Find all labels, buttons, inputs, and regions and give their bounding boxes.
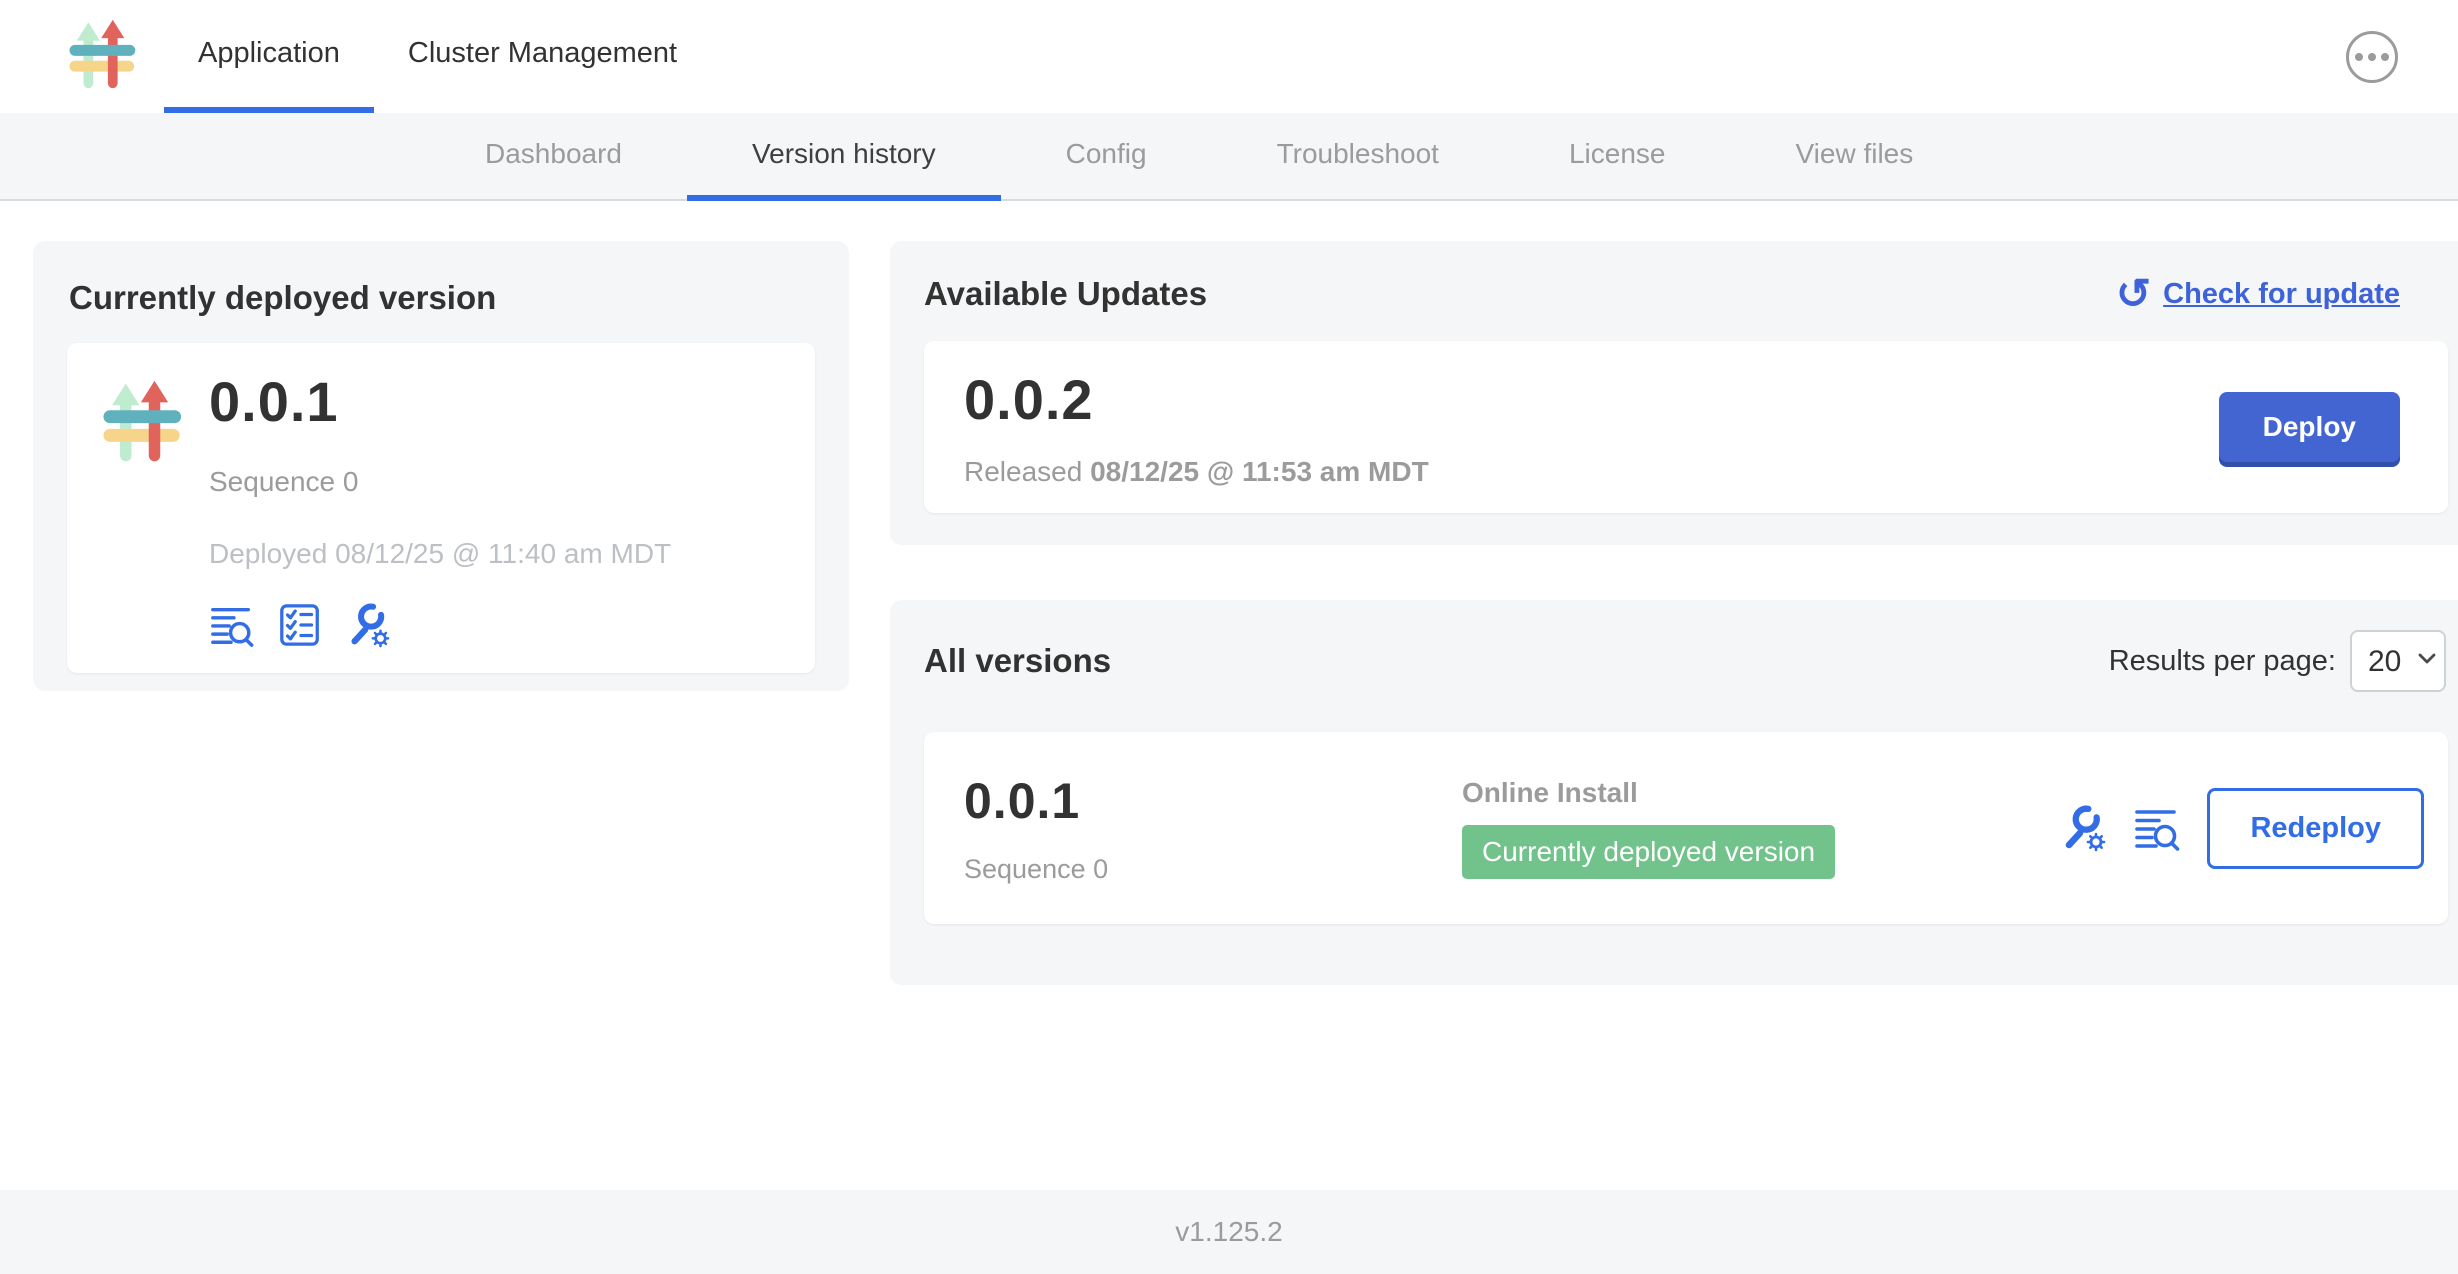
available-updates-title: Available Updates (924, 275, 1207, 313)
top-nav: Application Cluster Management (0, 0, 2458, 113)
tab-version-history[interactable]: Version history (687, 113, 1001, 201)
tab-license-label: License (1569, 138, 1666, 170)
tab-cluster-management-label: Cluster Management (408, 37, 677, 70)
update-version-number: 0.0.2 (964, 367, 1429, 432)
tab-config-label: Config (1066, 138, 1147, 170)
version-row: 0.0.1 Sequence 0 Online Install Currentl… (924, 732, 2448, 924)
refresh-icon: ↺ (2116, 273, 2151, 315)
row-actions: Redeploy (2059, 788, 2424, 869)
update-row: 0.0.2 Released 08/12/25 @ 11:53 am MDT D… (924, 341, 2448, 513)
preflight-checks-icon[interactable] (277, 602, 323, 648)
results-per-page-select-wrap: 20 (2350, 630, 2446, 692)
currently-deployed-title: Currently deployed version (69, 279, 815, 317)
tab-dashboard-label: Dashboard (485, 138, 622, 170)
all-versions-card: All versions Results per page: 20 0.0.1 … (890, 600, 2458, 985)
deployed-timestamp: Deployed 08/12/25 @ 11:40 am MDT (209, 538, 671, 570)
check-for-update-label: Check for update (2163, 278, 2400, 311)
tab-application[interactable]: Application (164, 0, 374, 113)
tab-version-history-label: Version history (752, 138, 936, 170)
all-versions-title: All versions (924, 642, 1111, 680)
available-updates-card: Available Updates ↺ Check for update 0.0… (890, 241, 2458, 545)
config-icon[interactable] (345, 602, 391, 648)
all-versions-header: All versions Results per page: 20 (890, 600, 2458, 692)
tab-license[interactable]: License (1504, 113, 1731, 201)
deployed-version-panel: 0.0.1 Sequence 0 Deployed 08/12/25 @ 11:… (67, 343, 815, 673)
top-tabs: Application Cluster Management (164, 0, 711, 113)
app-logo-icon (97, 375, 189, 467)
redeploy-button[interactable]: Redeploy (2207, 788, 2424, 869)
results-per-page-select[interactable]: 20 (2350, 630, 2446, 692)
console-version-label: v1.125.2 (1175, 1216, 1282, 1248)
app-sub-nav: Dashboard Version history Config Trouble… (0, 113, 2458, 201)
tab-troubleshoot-label: Troubleshoot (1277, 138, 1439, 170)
tab-view-files[interactable]: View files (1730, 113, 1978, 201)
tab-view-files-label: View files (1795, 138, 1913, 170)
available-updates-header: Available Updates ↺ Check for update (890, 241, 2458, 315)
currently-deployed-card: Currently deployed version 0.0.1 Sequenc… (33, 241, 849, 691)
config-icon[interactable] (2059, 804, 2107, 852)
tab-config[interactable]: Config (1001, 113, 1212, 201)
update-released-line: Released 08/12/25 @ 11:53 am MDT (964, 456, 1429, 488)
tab-application-label: Application (198, 37, 340, 70)
footer: v1.125.2 (0, 1190, 2458, 1274)
check-for-update-link[interactable]: ↺ Check for update (2116, 273, 2400, 315)
released-timestamp: 08/12/25 @ 11:53 am MDT (1090, 456, 1429, 487)
tab-dashboard[interactable]: Dashboard (420, 113, 687, 201)
release-notes-icon[interactable] (2133, 804, 2181, 852)
row-version-number: 0.0.1 (964, 772, 1462, 830)
release-notes-icon[interactable] (209, 602, 255, 648)
app-logo-icon (64, 15, 142, 99)
deployed-actions (209, 602, 671, 648)
results-per-page-label: Results per page: (2109, 645, 2336, 678)
overflow-menu-button[interactable] (2346, 31, 2398, 83)
tab-cluster-management[interactable]: Cluster Management (374, 0, 711, 113)
tab-troubleshoot[interactable]: Troubleshoot (1212, 113, 1504, 201)
deployed-sequence-label: Sequence 0 (209, 466, 671, 498)
top-nav-spacer (711, 0, 2346, 113)
results-per-page: Results per page: 20 (2109, 630, 2446, 692)
deploy-button[interactable]: Deploy (2219, 392, 2400, 462)
install-type-label: Online Install (1462, 777, 2059, 809)
deployed-version-number: 0.0.1 (209, 369, 671, 434)
ellipsis-icon (2355, 53, 2363, 61)
status-badge: Currently deployed version (1462, 825, 1835, 879)
row-sequence-label: Sequence 0 (964, 854, 1462, 885)
released-prefix: Released (964, 456, 1082, 487)
